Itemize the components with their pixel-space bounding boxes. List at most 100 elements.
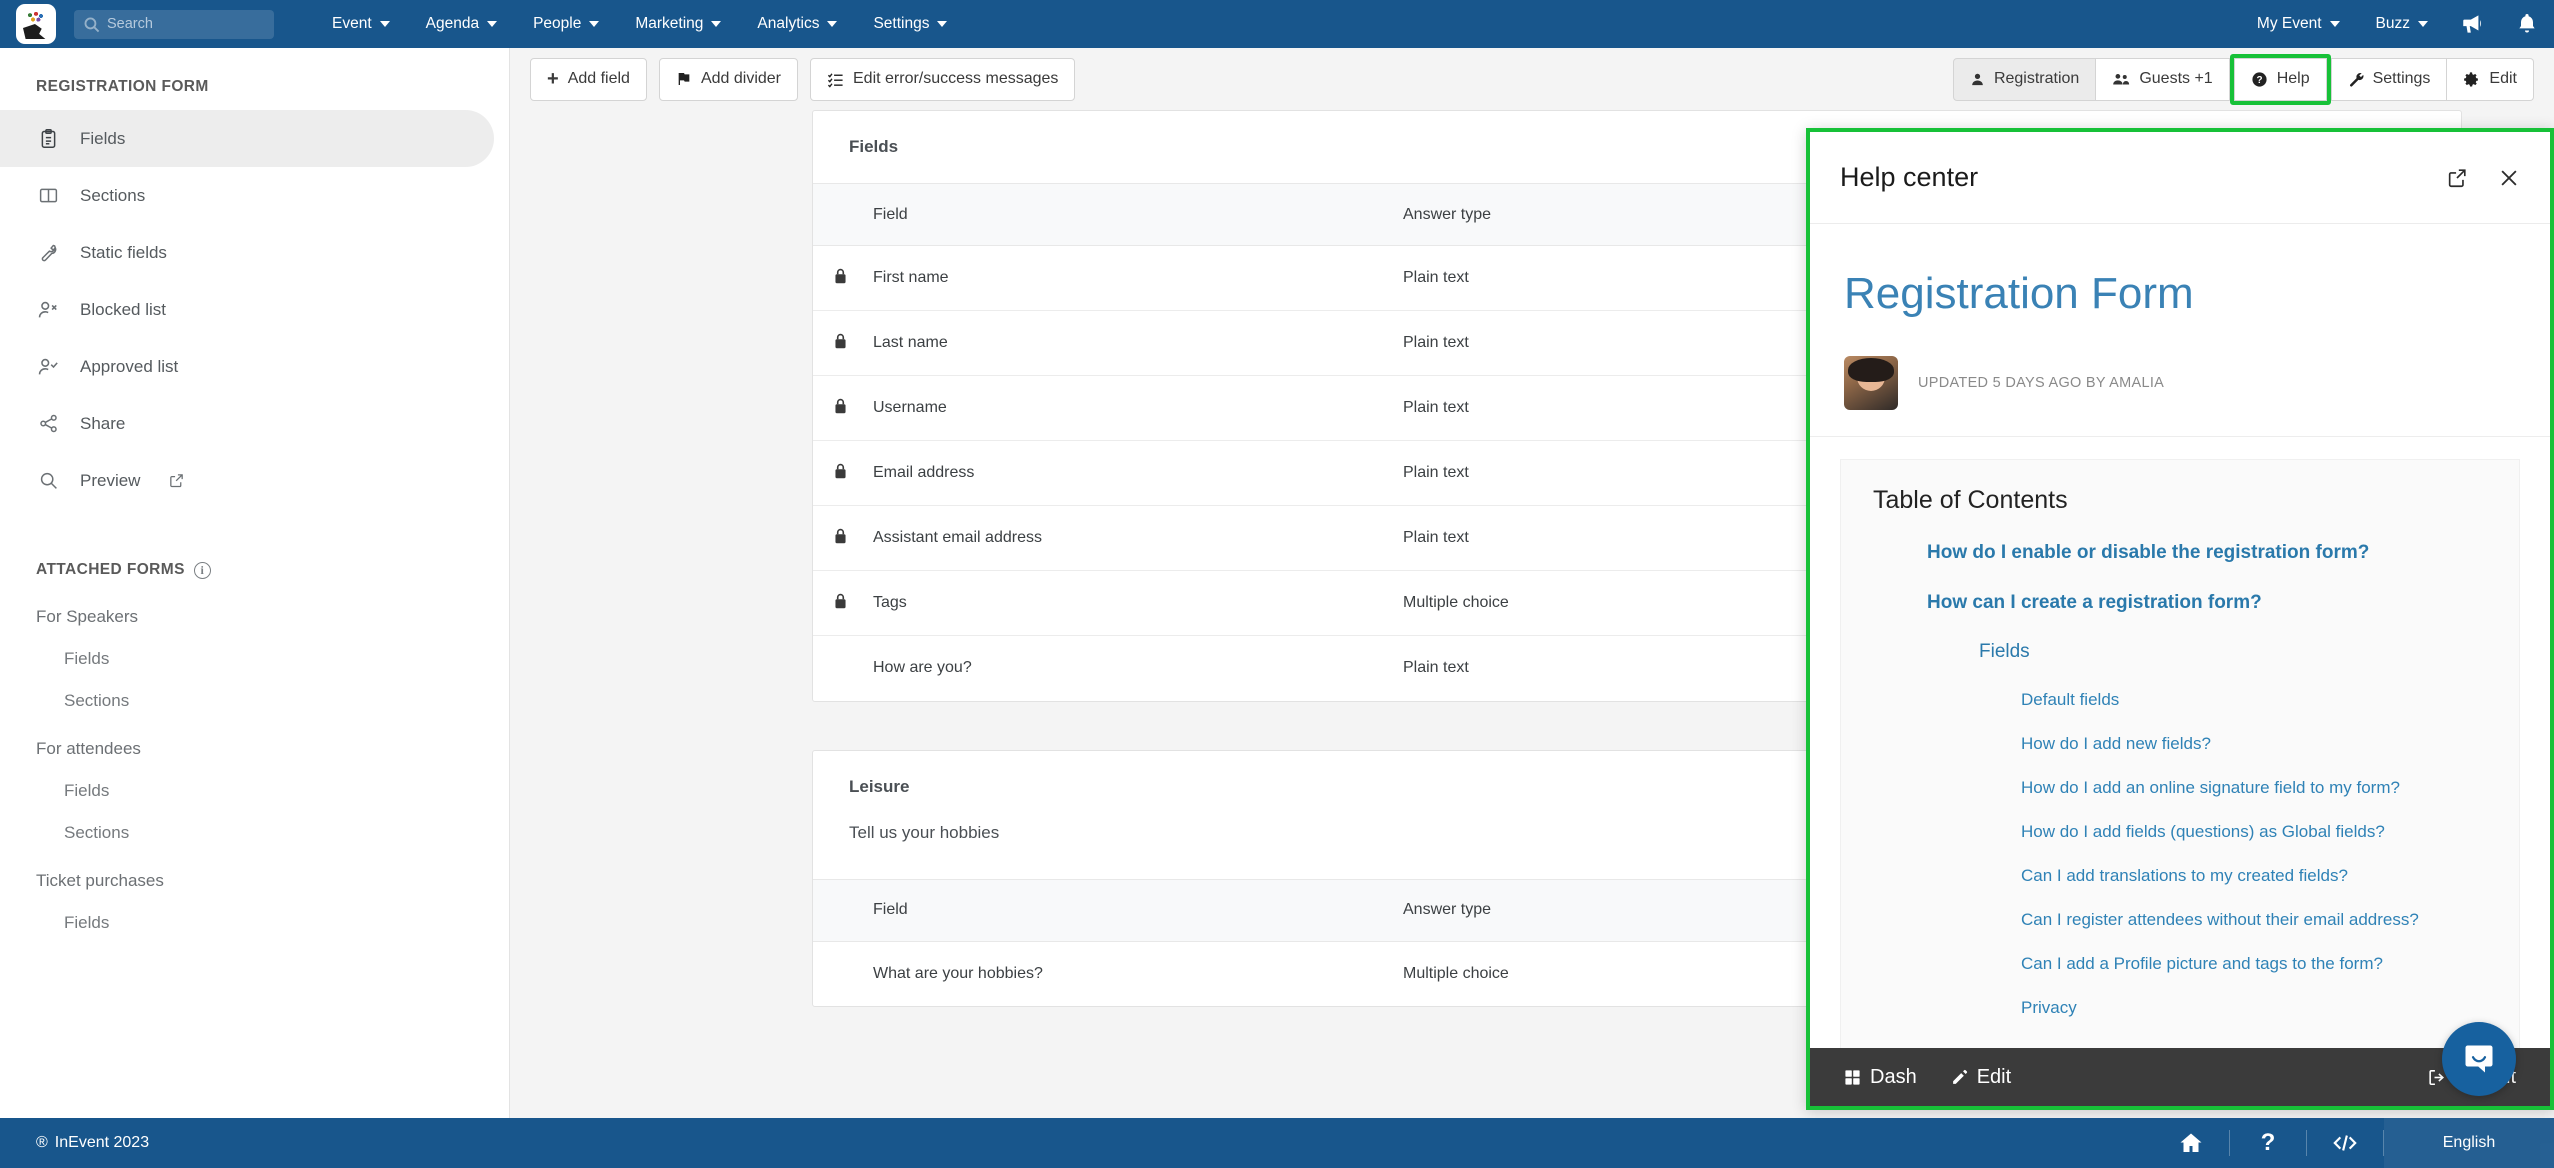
attached-link-attendees-fields[interactable]: Fields (0, 759, 509, 801)
developer-button[interactable] (2307, 1118, 2383, 1168)
chevron-down-icon (827, 21, 838, 27)
lock-cell (813, 375, 873, 441)
plus-icon: + (547, 68, 559, 90)
sidebar-item-label: Static fields (80, 242, 167, 262)
help-center-panel: Help center Registration Form UPDATED 5 … (1806, 128, 2554, 1110)
button-label: Add field (567, 70, 630, 87)
notifications-button[interactable] (2500, 0, 2554, 48)
help-edit-button[interactable]: Edit (1951, 1066, 2011, 1089)
sidebar-item-fields[interactable]: Fields (0, 110, 494, 167)
table-of-contents: Table of Contents How do I enable or dis… (1840, 459, 2520, 1053)
toc-link-global-fields[interactable]: How do I add fields (questions) as Globa… (1841, 821, 2519, 865)
edit-button[interactable]: Edit (2447, 57, 2534, 101)
flag-icon (676, 71, 692, 87)
search-input[interactable] (107, 16, 265, 32)
megaphone-icon (2463, 15, 2481, 33)
code-icon (2333, 1135, 2357, 1151)
lock-icon (833, 527, 848, 550)
help-panel-actions (2446, 167, 2520, 189)
sidebar-item-sections[interactable]: Sections (0, 167, 494, 224)
toc-link-privacy[interactable]: Privacy (1841, 997, 2519, 1041)
nav-item-buzz[interactable]: Buzz (2358, 0, 2446, 48)
help-button-highlight: ? Help (2229, 53, 2331, 105)
home-button[interactable] (2153, 1118, 2229, 1168)
svg-text:?: ? (2256, 75, 2262, 86)
dash-label: Dash (1870, 1065, 1917, 1088)
button-label: Edit error/success messages (853, 70, 1059, 87)
toc-link-default-fields[interactable]: Default fields (1841, 689, 2519, 733)
nav-item-agenda[interactable]: Agenda (408, 0, 515, 48)
toc-link-fields[interactable]: Fields (1841, 641, 2519, 689)
toc-link-online-signature[interactable]: How do I add an online signature field t… (1841, 777, 2519, 821)
add-field-button[interactable]: + Add field (530, 57, 647, 101)
nav-item-settings[interactable]: Settings (855, 0, 965, 48)
page-footer: ® InEvent 2023 ? English (0, 1118, 2554, 1168)
attached-link-attendees-sections[interactable]: Sections (0, 801, 509, 843)
chevron-down-icon (937, 21, 948, 27)
search-box[interactable] (74, 9, 274, 39)
megaphone-button[interactable] (2446, 0, 2500, 48)
clipboard-icon (36, 128, 60, 149)
attached-link-speakers-sections[interactable]: Sections (0, 669, 509, 711)
help-button[interactable]: ? Help (2233, 57, 2327, 101)
chevron-down-icon (487, 21, 498, 27)
wrench-icon (36, 242, 60, 263)
pencil-icon (1951, 1069, 1968, 1086)
toc-link-create-form[interactable]: How can I create a registration form? (1841, 591, 2519, 641)
attached-group-for-attendees: For attendees (36, 739, 141, 758)
copyright: ® InEvent 2023 (0, 1134, 149, 1152)
chat-widget-button[interactable] (2442, 1022, 2516, 1096)
dash-button[interactable]: Dash (1844, 1066, 1917, 1089)
nav-item-people[interactable]: People (515, 0, 617, 48)
guests-tab-button[interactable]: Guests +1 (2096, 57, 2230, 101)
columns-icon (36, 185, 60, 206)
search-icon (36, 470, 60, 491)
top-navbar-right: My Event Buzz (2239, 0, 2554, 48)
chevron-down-icon (589, 21, 600, 27)
attached-link-tickets-fields[interactable]: Fields (0, 891, 509, 933)
help-article-meta: UPDATED 5 DAYS AGO BY AMALIA (1810, 356, 2550, 437)
nav-label: People (533, 15, 582, 32)
sidebar-item-approved-list[interactable]: Approved list (0, 338, 494, 395)
sidebar-item-label: Blocked list (80, 299, 166, 319)
registration-tab-button[interactable]: Registration (1952, 57, 2097, 101)
close-button[interactable] (2498, 167, 2520, 189)
nav-label: Analytics (757, 15, 820, 32)
chat-bubble-icon (2465, 1045, 2493, 1073)
sidebar-item-static-fields[interactable]: Static fields (0, 224, 494, 281)
attached-link-speakers-fields[interactable]: Fields (0, 627, 509, 669)
edit-messages-button[interactable]: Edit error/success messages (810, 57, 1076, 101)
inevent-logo[interactable] (16, 4, 56, 44)
toc-link-profile-picture-tags[interactable]: Can I add a Profile picture and tags to … (1841, 953, 2519, 997)
lock-icon (833, 462, 848, 485)
attached-group-ticket-purchases: Ticket purchases (36, 871, 164, 890)
sidebar-item-label: Approved list (80, 356, 179, 376)
lock-cell (813, 440, 873, 506)
field-name-cell: Tags (873, 570, 1403, 636)
info-icon[interactable]: i (193, 561, 211, 579)
button-label: Registration (1993, 70, 2080, 87)
open-external-button[interactable] (2446, 167, 2468, 189)
user-icon (1970, 72, 1985, 87)
add-divider-button[interactable]: Add divider (658, 57, 798, 101)
field-name-cell: Username (873, 375, 1403, 441)
top-navbar: Event Agenda People Marketing Analytics … (0, 0, 2554, 48)
nav-item-marketing[interactable]: Marketing (617, 0, 739, 48)
toc-link-add-new-fields[interactable]: How do I add new fields? (1841, 733, 2519, 777)
nav-item-event[interactable]: Event (314, 0, 408, 48)
toc-link-enable-disable[interactable]: How do I enable or disable the registrat… (1841, 541, 2519, 591)
help-panel-body[interactable]: Registration Form UPDATED 5 DAYS AGO BY … (1810, 224, 2550, 1106)
language-selector[interactable]: English (2384, 1118, 2554, 1168)
button-label: Help (2276, 70, 2310, 87)
nav-item-analytics[interactable]: Analytics (739, 0, 855, 48)
field-name-cell: How are you? (873, 659, 972, 677)
help-footer-button[interactable]: ? (2230, 1118, 2306, 1168)
toc-link-register-without-email[interactable]: Can I register attendees without their e… (1841, 909, 2519, 953)
users-icon (2112, 72, 2130, 87)
settings-button[interactable]: Settings (2330, 57, 2448, 101)
sidebar-item-preview[interactable]: Preview (0, 452, 494, 509)
nav-item-my-event[interactable]: My Event (2239, 0, 2358, 48)
toc-link-translations[interactable]: Can I add translations to my created fie… (1841, 865, 2519, 909)
sidebar-item-share[interactable]: Share (0, 395, 494, 452)
sidebar-item-blocked-list[interactable]: Blocked list (0, 281, 494, 338)
